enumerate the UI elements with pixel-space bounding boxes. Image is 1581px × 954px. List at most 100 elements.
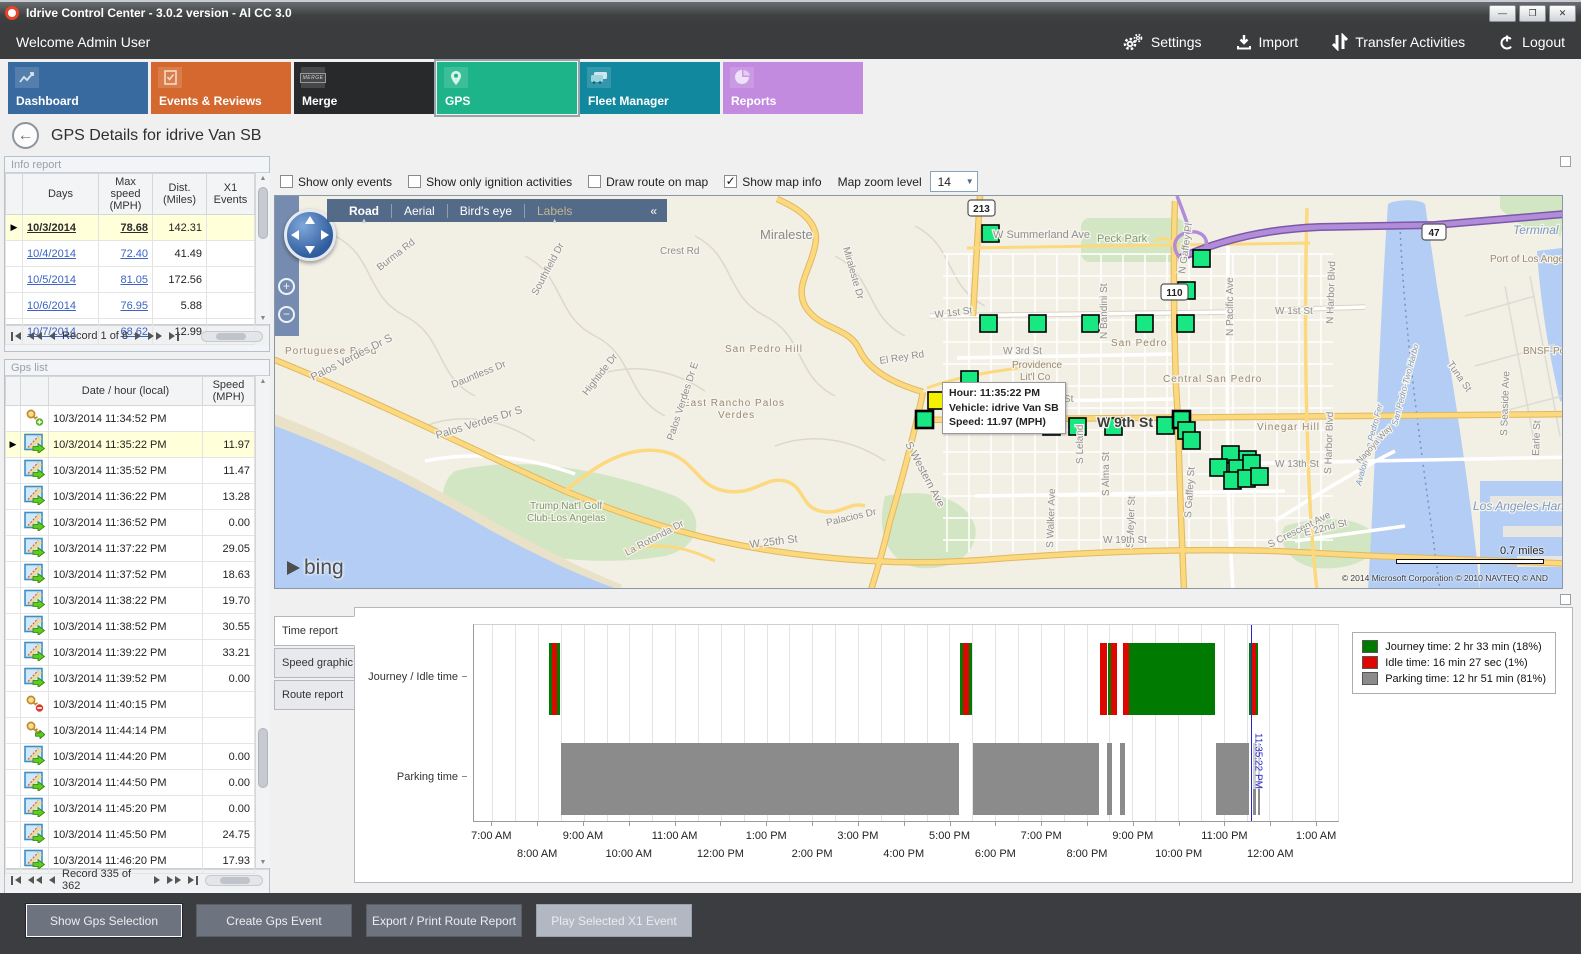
scroll-up-icon[interactable]: ▲ <box>258 378 268 385</box>
prev-page-button[interactable] <box>49 876 55 884</box>
tab-route-report[interactable]: Route report <box>274 680 355 710</box>
create-gps-event-button[interactable]: Create Gps Event <box>196 904 352 937</box>
checkbox-icon[interactable] <box>280 175 293 188</box>
bing-nav-road[interactable]: Road <box>337 204 391 218</box>
next-fast-button[interactable] <box>148 332 162 340</box>
list-item[interactable]: 10/3/2014 11:44:50 PM0.00 <box>6 770 255 796</box>
tab-merge[interactable]: MERGE Merge <box>294 62 434 114</box>
tab-gps[interactable]: GPS <box>437 62 577 114</box>
list-item[interactable]: 10/3/2014 11:35:52 PM11.47 <box>6 458 255 484</box>
max-speed-link[interactable]: 78.68 <box>120 222 148 234</box>
list-item[interactable]: 10/3/2014 11:36:52 PM0.00 <box>6 510 255 536</box>
map-option-checkbox-1[interactable]: Show only ignition activities <box>408 175 572 189</box>
list-item[interactable]: 10/3/2014 11:44:14 PM <box>6 718 255 744</box>
list-item[interactable]: 10/3/2014 11:38:22 PM19.70 <box>6 588 255 614</box>
last-page-button[interactable] <box>169 332 179 341</box>
list-item[interactable]: 10/3/2014 11:37:52 PM18.63 <box>6 562 255 588</box>
chart-panel-collapse-button[interactable] <box>1560 594 1571 605</box>
tab-time-report[interactable]: Time report <box>274 616 355 646</box>
col-days[interactable]: Days <box>23 174 99 215</box>
table-row[interactable]: 10/6/201476.955.88 <box>6 293 255 319</box>
map-option-checkbox-2[interactable]: Draw route on map <box>588 175 708 189</box>
gps-marker[interactable] <box>1183 432 1200 449</box>
list-item[interactable]: 10/3/2014 11:36:22 PM13.28 <box>6 484 255 510</box>
col-speed[interactable]: Speed (MPH) <box>203 377 255 406</box>
pager-hscrollbar[interactable] <box>201 331 263 342</box>
pan-up-icon[interactable] <box>305 216 315 224</box>
col-max-speed[interactable]: Max speed (MPH) <box>99 174 153 215</box>
tab-dashboard[interactable]: Dashboard <box>8 62 148 114</box>
close-button[interactable]: ✕ <box>1549 5 1576 22</box>
gps-marker[interactable] <box>1251 468 1268 485</box>
map-option-checkbox-3[interactable]: ✓Show map info <box>724 175 821 189</box>
pan-down-icon[interactable] <box>305 246 315 254</box>
list-item[interactable]: 10/3/2014 11:34:52 PM <box>6 406 255 432</box>
list-item[interactable]: 10/3/2014 11:45:20 PM0.00 <box>6 796 255 822</box>
prev-fast-button[interactable] <box>28 332 42 340</box>
last-page-button[interactable] <box>188 876 198 885</box>
next-fast-button[interactable] <box>167 876 181 884</box>
table-row[interactable]: 10/4/201472.4041.49 <box>6 241 255 267</box>
max-speed-link[interactable]: 76.95 <box>120 300 148 312</box>
gps-marker[interactable] <box>1029 315 1046 332</box>
gps-marker[interactable] <box>1082 315 1099 332</box>
checkbox-icon[interactable] <box>408 175 421 188</box>
map-panel-collapse-button[interactable] <box>1560 156 1571 167</box>
prev-fast-button[interactable] <box>28 876 42 884</box>
scroll-down-icon[interactable]: ▼ <box>258 315 268 322</box>
table-row[interactable]: 10/5/201481.05172.56 <box>6 267 255 293</box>
list-item[interactable]: 10/3/2014 11:37:22 PM29.05 <box>6 536 255 562</box>
scroll-down-icon[interactable]: ▼ <box>258 859 268 866</box>
prev-page-button[interactable] <box>49 332 55 340</box>
bing-nav-labels[interactable]: Labels <box>525 204 584 218</box>
day-link[interactable]: 10/4/2014 <box>27 248 76 260</box>
tab-speed-graphic[interactable]: Speed graphic <box>274 648 355 678</box>
max-speed-link[interactable]: 72.40 <box>120 248 148 260</box>
map-zoom-out-button[interactable]: − <box>278 306 295 323</box>
list-item[interactable]: 10/3/2014 11:44:20 PM0.00 <box>6 744 255 770</box>
pan-left-icon[interactable] <box>291 230 299 240</box>
minimize-button[interactable]: — <box>1489 5 1516 22</box>
maximize-button[interactable]: ❐ <box>1519 5 1546 22</box>
back-button[interactable]: ← <box>12 122 39 149</box>
list-item[interactable]: ▶10/3/2014 11:35:22 PM11.97 <box>6 432 255 458</box>
map-option-checkbox-0[interactable]: Show only events <box>280 175 392 189</box>
table-row[interactable]: ▶10/3/201478.68142.31 <box>6 215 255 241</box>
list-item[interactable]: 10/3/2014 11:40:15 PM <box>6 692 255 718</box>
tab-reports[interactable]: Reports <box>723 62 863 114</box>
list-item[interactable]: 10/3/2014 11:38:52 PM30.55 <box>6 614 255 640</box>
tab-events-reviews[interactable]: Events & Reviews <box>151 62 291 114</box>
show-gps-selection-button[interactable]: Show Gps Selection <box>26 904 182 937</box>
bing-nav-collapse-button[interactable]: « <box>650 204 657 218</box>
gps-list-scrollbar[interactable]: ▲ ▼ <box>255 376 270 868</box>
list-item[interactable]: 10/3/2014 11:45:50 PM24.75 <box>6 822 255 848</box>
next-page-button[interactable] <box>154 876 160 884</box>
export-print-route-report-button[interactable]: Export / Print Route Report <box>366 904 522 937</box>
gps-marker[interactable] <box>1177 315 1194 332</box>
bing-map[interactable]: 213 110 47 Miraleste Crest Rd Southfield… <box>274 195 1563 589</box>
logout-button[interactable]: Logout <box>1499 33 1565 51</box>
transfer-activities-button[interactable]: Transfer Activities <box>1332 33 1465 51</box>
gps-marker[interactable] <box>1157 417 1174 434</box>
gps-marker[interactable] <box>916 411 933 428</box>
checkbox-icon[interactable] <box>588 175 601 188</box>
first-page-button[interactable] <box>11 876 21 885</box>
first-page-button[interactable] <box>11 332 21 341</box>
day-link[interactable]: 10/3/2014 <box>27 222 76 234</box>
pager-hscrollbar[interactable] <box>205 875 263 886</box>
scroll-up-icon[interactable]: ▲ <box>258 175 268 182</box>
import-button[interactable]: Import <box>1236 33 1299 51</box>
map-zoom-in-button[interactable]: + <box>278 278 295 295</box>
info-report-scrollbar[interactable]: ▲ ▼ <box>255 173 270 324</box>
pan-right-icon[interactable] <box>321 230 329 240</box>
tab-fleet-manager[interactable]: Fleet Manager <box>580 62 720 114</box>
day-link[interactable]: 10/5/2014 <box>27 274 76 286</box>
gps-marker[interactable] <box>1136 315 1153 332</box>
col-x1-events[interactable]: X1 Events <box>207 174 255 215</box>
checkbox-icon[interactable]: ✓ <box>724 175 737 188</box>
settings-button[interactable]: Settings <box>1122 33 1202 51</box>
col-date-hour[interactable]: Date / hour (local) <box>49 377 203 406</box>
next-page-button[interactable] <box>135 332 141 340</box>
day-link[interactable]: 10/6/2014 <box>27 300 76 312</box>
col-dist[interactable]: Dist. (Miles) <box>153 174 207 215</box>
